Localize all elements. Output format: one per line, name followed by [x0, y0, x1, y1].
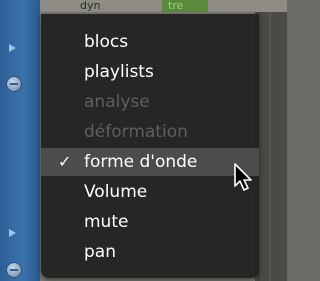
menu-item-forme-d-onde[interactable]: ✓ forme d'onde — [41, 148, 259, 176]
menu-item-analyse: analyse — [41, 88, 259, 116]
menu-item-label: pan — [84, 242, 116, 262]
track-label-tre: tre — [162, 0, 208, 12]
checkmark-icon: ✓ — [58, 152, 72, 171]
play-arrow-icon[interactable] — [9, 229, 16, 237]
menu-item-playlists[interactable]: playlists — [41, 58, 259, 86]
menu-item-label: déformation — [84, 122, 188, 142]
collapse-circle-icon[interactable] — [6, 76, 22, 92]
menu-item-label: analyse — [84, 92, 150, 112]
play-arrow-icon[interactable] — [9, 44, 16, 52]
menu-item-label: playlists — [84, 62, 154, 82]
menu-item-blocs[interactable]: blocs — [41, 28, 259, 56]
menu-item-pan[interactable]: pan — [41, 238, 259, 266]
menu-item-deformation: déformation — [41, 118, 259, 146]
timeline-panel — [255, 12, 287, 281]
menu-item-volume[interactable]: Volume — [41, 178, 259, 206]
collapse-circle-icon[interactable] — [6, 262, 22, 278]
view-context-menu: blocs playlists analyse déformation ✓ fo… — [41, 14, 259, 278]
menu-item-label: Volume — [84, 182, 148, 202]
menu-item-mute[interactable]: mute — [41, 208, 259, 236]
track-header-strip — [0, 0, 41, 281]
mouse-pointer-icon — [234, 163, 252, 191]
track-header-row: dyn tre — [40, 0, 287, 12]
menu-item-label: forme d'onde — [84, 152, 198, 172]
menu-item-label: mute — [84, 212, 129, 232]
track-label-dyn: dyn — [80, 0, 101, 12]
menu-item-label: blocs — [84, 32, 129, 52]
